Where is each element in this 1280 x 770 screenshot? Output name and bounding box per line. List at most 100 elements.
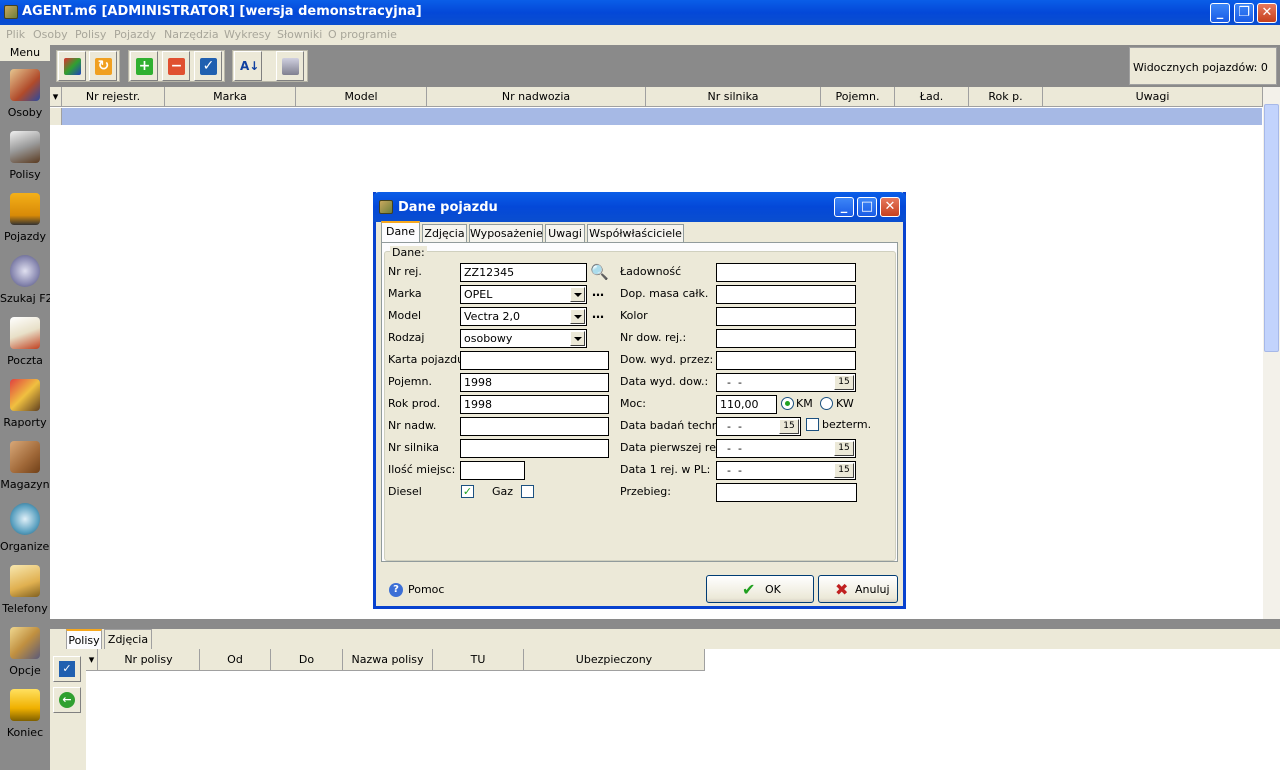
kolor-input[interactable] [716, 307, 856, 326]
delete-button[interactable]: − [162, 51, 190, 81]
sidebar-item-polisy[interactable]: Polisy [0, 127, 50, 189]
column-header[interactable]: Do [271, 649, 343, 671]
tab-wyposazenie[interactable]: Wyposażenie [469, 224, 543, 242]
policies-grid[interactable]: ▾ Nr polisy Od Do Nazwa polisy TU Ubezpi… [86, 649, 1280, 770]
menu-osoby[interactable]: Osoby [33, 28, 68, 41]
filter-button[interactable] [58, 51, 86, 81]
edit-button[interactable]: ✓ [194, 51, 222, 81]
dop-masa-input[interactable] [716, 285, 856, 304]
chevron-down-icon[interactable] [570, 331, 585, 346]
back-button[interactable]: ← [53, 687, 81, 713]
search-icon[interactable]: 🔍 [590, 263, 609, 281]
grid-scrollbar[interactable] [1263, 87, 1280, 619]
chevron-down-icon[interactable] [570, 287, 585, 302]
calendar-icon[interactable]: 15 [834, 463, 854, 478]
table-row[interactable] [62, 108, 1262, 125]
nr-rej-input[interactable]: ZZ12345 [460, 263, 587, 282]
splitter[interactable] [50, 619, 1280, 629]
sidebar-item-osoby[interactable]: Osoby [0, 65, 50, 127]
column-header[interactable]: Nazwa polisy [343, 649, 433, 671]
calendar-icon[interactable]: 15 [779, 419, 799, 434]
close-button[interactable]: ✕ [1257, 3, 1277, 23]
edit-policy-button[interactable]: ✓ [53, 656, 81, 682]
sidebar-item-raporty[interactable]: Raporty [0, 375, 50, 437]
column-header[interactable]: Nr silnika [646, 87, 821, 107]
help-icon[interactable]: ? [389, 583, 403, 597]
dow-wyd-input[interactable] [716, 351, 856, 370]
column-header[interactable]: Nr rejestr. [62, 87, 165, 107]
sidebar-item-szukaj[interactable]: Szukaj F2 [0, 251, 53, 313]
moc-input[interactable]: 110,00 [716, 395, 777, 414]
sidebar-item-pojazdy[interactable]: Pojazdy [0, 189, 50, 251]
column-header[interactable]: Nr nadwozia [427, 87, 646, 107]
grid-menu-button[interactable]: ▾ [86, 649, 98, 671]
sidebar-item-poczta[interactable]: Poczta [0, 313, 50, 375]
scrollbar-thumb[interactable] [1264, 104, 1279, 352]
gaz-checkbox[interactable] [521, 485, 534, 498]
marka-select[interactable]: OPEL [460, 285, 587, 304]
menu-pojazdy[interactable]: Pojazdy [114, 28, 156, 41]
help-link[interactable]: Pomoc [408, 583, 444, 596]
data-pierwszej-input[interactable]: - - 15 [716, 439, 856, 458]
ok-button[interactable]: ✔ OK [706, 575, 814, 603]
column-header[interactable]: Pojemn. [821, 87, 895, 107]
column-header[interactable]: TU [433, 649, 524, 671]
column-header[interactable]: Ład. [895, 87, 969, 107]
dialog-minimize-button[interactable]: _ [834, 197, 854, 217]
column-header[interactable]: Ubezpieczony [524, 649, 705, 671]
nr-silnika-input[interactable] [460, 439, 609, 458]
ladownosc-input[interactable] [716, 263, 856, 282]
sort-button[interactable]: A↓ [234, 51, 262, 81]
sidebar-item-magazyn[interactable]: Magazyn [0, 437, 50, 499]
column-header[interactable]: Od [200, 649, 271, 671]
sidebar-item-koniec[interactable]: Koniec [0, 685, 50, 747]
tab-wspolwlasciciele[interactable]: Współwłaściciele [587, 224, 684, 242]
pojemn-input[interactable]: 1998 [460, 373, 609, 392]
restore-button[interactable]: ❐ [1234, 3, 1254, 23]
column-header[interactable]: Marka [165, 87, 296, 107]
minimize-button[interactable]: _ [1210, 3, 1230, 23]
model-select[interactable]: Vectra 2,0 [460, 307, 587, 326]
menu-polisy[interactable]: Polisy [75, 28, 106, 41]
menu-plik[interactable]: Plik [6, 28, 25, 41]
karta-input[interactable] [460, 351, 609, 370]
miejsc-input[interactable] [460, 461, 525, 480]
marka-more-button[interactable]: … [592, 285, 604, 299]
przebieg-input[interactable] [716, 483, 857, 502]
tab-polisy[interactable]: Polisy [66, 629, 102, 649]
calendar-icon[interactable]: 15 [834, 375, 854, 390]
tab-dane[interactable]: Dane [381, 221, 420, 242]
calendar-icon[interactable]: 15 [834, 441, 854, 456]
model-more-button[interactable]: … [592, 307, 604, 321]
dialog-maximize-button[interactable]: □ [857, 197, 877, 217]
dialog-close-button[interactable]: ✕ [880, 197, 900, 217]
sidebar-item-organizer[interactable]: Organizer [0, 499, 54, 561]
grid-menu-button[interactable]: ▾ [50, 87, 62, 107]
tab-zdjecia[interactable]: Zdjęcia [422, 224, 467, 242]
tab-zdjecia[interactable]: Zdjęcia [104, 629, 152, 649]
add-button[interactable]: + [130, 51, 158, 81]
data-wyd-input[interactable]: - - 15 [716, 373, 856, 392]
column-header[interactable]: Nr polisy [98, 649, 200, 671]
diesel-checkbox[interactable]: ✓ [461, 485, 474, 498]
nr-nadw-input[interactable] [460, 417, 609, 436]
cancel-button[interactable]: ✖ Anuluj [818, 575, 898, 603]
menu-wykresy[interactable]: Wykresy [224, 28, 271, 41]
data-pl-input[interactable]: - - 15 [716, 461, 856, 480]
menu-narzedzia[interactable]: Narzędzia [164, 28, 219, 41]
menu-o-programie[interactable]: O programie [328, 28, 397, 41]
column-header[interactable]: Uwagi [1043, 87, 1263, 107]
rodzaj-select[interactable]: osobowy [460, 329, 587, 348]
sidebar-item-telefony[interactable]: Telefony [0, 561, 50, 623]
kw-radio[interactable] [820, 397, 833, 410]
bezterm-checkbox[interactable] [806, 418, 819, 431]
data-badan-input[interactable]: - - 15 [716, 417, 801, 436]
print-button[interactable] [276, 51, 304, 81]
column-header[interactable]: Rok p. [969, 87, 1043, 107]
menu-slowniki[interactable]: Słowniki [277, 28, 322, 41]
nr-dow-input[interactable] [716, 329, 856, 348]
refresh-button[interactable]: ↻ [89, 51, 117, 81]
rok-input[interactable]: 1998 [460, 395, 609, 414]
km-radio[interactable] [781, 397, 794, 410]
chevron-down-icon[interactable] [570, 309, 585, 324]
